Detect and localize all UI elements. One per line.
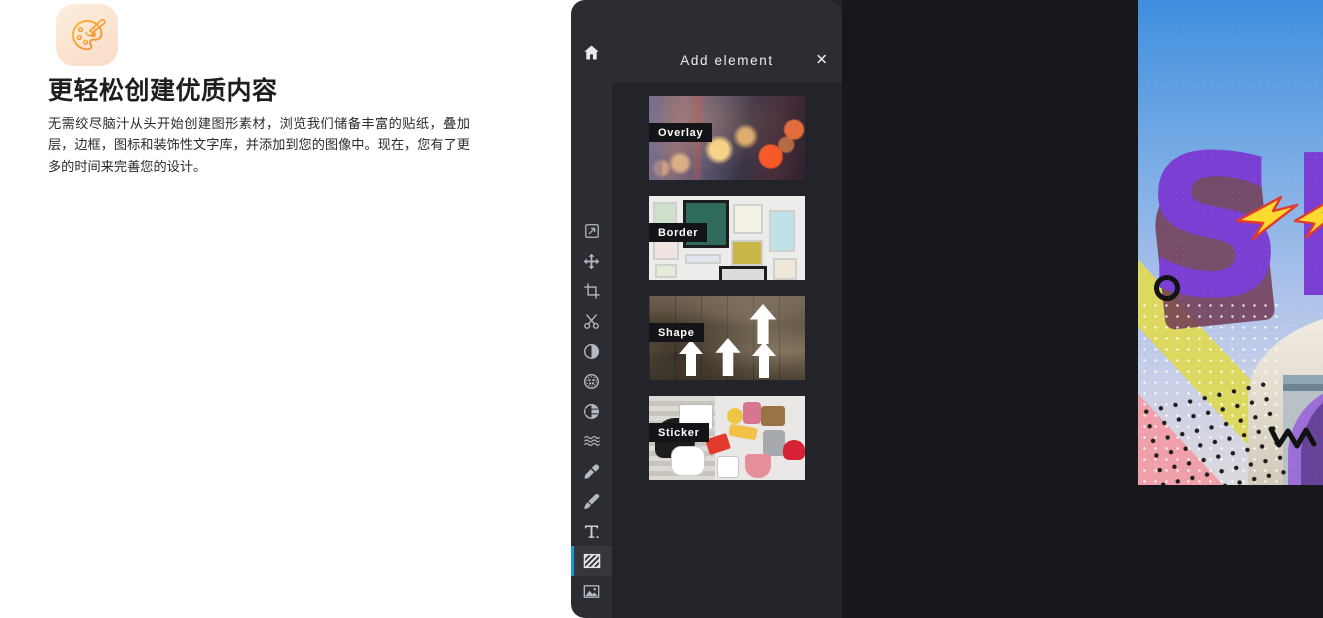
lightning-bolt-1 <box>1235 195 1299 241</box>
cut-icon[interactable] <box>571 306 612 336</box>
skateboard-poster-canvas[interactable]: S H R <box>1138 0 1323 485</box>
blur-icon[interactable] <box>571 426 612 456</box>
panel-header: Add element ✕ <box>612 37 842 83</box>
element-category-label: Overlay <box>649 123 713 142</box>
filter-icon[interactable] <box>571 396 612 426</box>
element-category-label: Shape <box>649 323 704 342</box>
squiggle-sticker <box>1268 426 1317 449</box>
element-icon[interactable] <box>571 546 612 576</box>
add-element-panel: Add element ✕ Overlay Border Shape Stick… <box>612 0 842 618</box>
promo-body: 无需绞尽脑汁从头开始创建图形素材，浏览我们储备丰富的贴纸，叠加层，边框，图标和装… <box>48 116 470 174</box>
editor-window: Add element ✕ Overlay Border Shape Stick… <box>571 0 1323 618</box>
retouch-icon[interactable] <box>571 456 612 486</box>
palette-brush-icon <box>56 4 118 66</box>
brush-icon[interactable] <box>571 486 612 516</box>
effects-icon[interactable] <box>571 366 612 396</box>
promo-block: 更轻松创建优质内容 无需绞尽脑汁从头开始创建图形素材，浏览我们储备丰富的贴纸，叠… <box>48 4 478 177</box>
move-icon[interactable] <box>571 246 612 276</box>
element-category-sticker[interactable]: Sticker <box>649 396 805 480</box>
element-category-overlay[interactable]: Overlay <box>649 96 805 180</box>
text-icon[interactable] <box>571 516 612 546</box>
crop-icon[interactable] <box>571 276 612 306</box>
close-icon[interactable]: ✕ <box>815 53 828 68</box>
image-icon[interactable] <box>571 576 612 606</box>
panel-title: Add element <box>680 52 774 68</box>
tool-list <box>571 216 612 606</box>
panel-top-cap <box>612 0 842 37</box>
circle-outline-sticker <box>1154 275 1180 301</box>
lightning-bolt-2 <box>1293 203 1323 239</box>
tool-rail <box>571 0 612 618</box>
page-root: 更轻松创建优质内容 无需绞尽脑汁从头开始创建图形素材，浏览我们储备丰富的贴纸，叠… <box>0 0 1323 618</box>
adjust-icon[interactable] <box>571 336 612 366</box>
home-icon[interactable] <box>583 44 600 66</box>
element-category-shape[interactable]: Shape <box>649 296 805 380</box>
promo-title: 更轻松创建优质内容 <box>48 77 278 105</box>
element-category-border[interactable]: Border <box>649 196 805 280</box>
element-category-label: Border <box>649 223 708 242</box>
resize-icon[interactable] <box>571 216 612 246</box>
element-category-list: Overlay Border Shape Sticker <box>612 96 842 496</box>
editor-workspace: S H R <box>842 0 1323 618</box>
element-category-label: Sticker <box>649 423 709 442</box>
